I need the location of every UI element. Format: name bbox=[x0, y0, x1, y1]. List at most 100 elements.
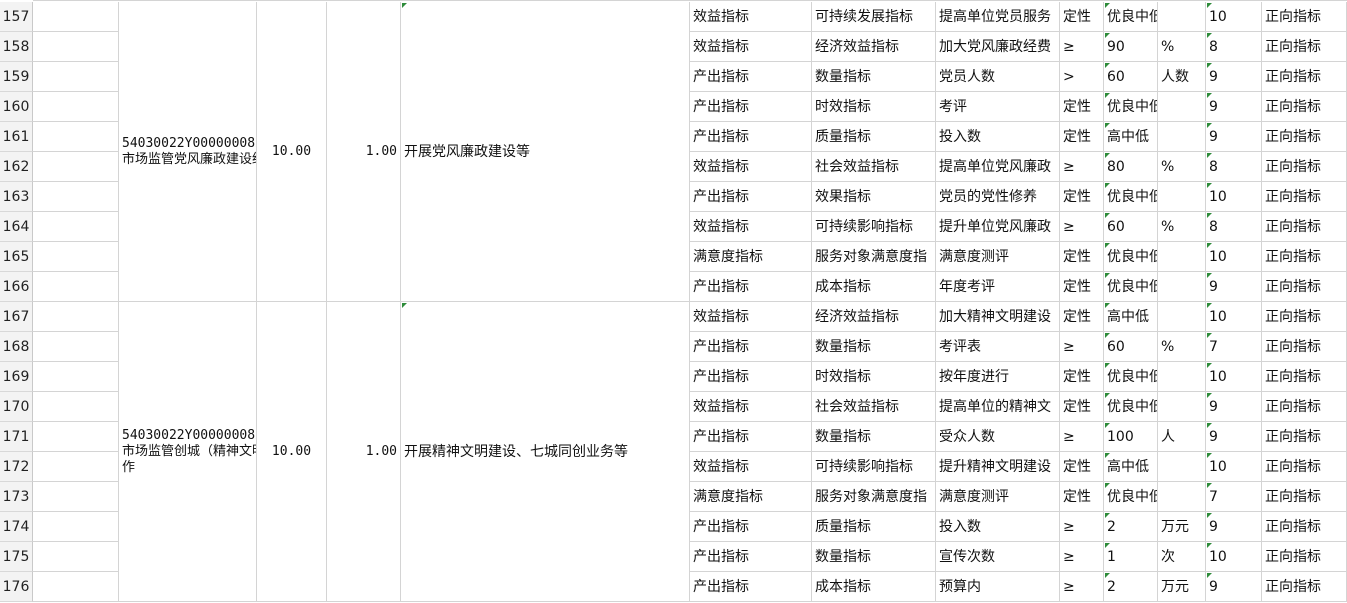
cell-l[interactable]: 10 bbox=[1206, 2, 1262, 32]
empty-cell[interactable] bbox=[33, 152, 119, 182]
cell-h[interactable]: 提高单位的精神文 bbox=[936, 392, 1060, 422]
cell-i[interactable]: ≥ bbox=[1060, 542, 1104, 572]
row-header[interactable]: 157 bbox=[0, 2, 33, 32]
row-header[interactable]: 162 bbox=[0, 152, 33, 182]
cell-g[interactable]: 社会效益指标 bbox=[812, 152, 936, 182]
row-header[interactable]: 163 bbox=[0, 182, 33, 212]
cell-k[interactable] bbox=[1158, 92, 1206, 122]
cell-h[interactable]: 投入数 bbox=[936, 512, 1060, 542]
cell-j[interactable]: 优良中低差 bbox=[1104, 182, 1158, 212]
cell-h[interactable]: 年度考评 bbox=[936, 272, 1060, 302]
cell-l[interactable]: 10 bbox=[1206, 452, 1262, 482]
cell-i[interactable]: ≥ bbox=[1060, 572, 1104, 602]
empty-cell[interactable] bbox=[33, 242, 119, 272]
cell-k[interactable] bbox=[1158, 2, 1206, 32]
cell-m[interactable]: 正向指标 bbox=[1262, 32, 1347, 62]
project-name-cell[interactable]: 54030022Y000000082318-市场监管创城（精神文明）工作 bbox=[119, 302, 257, 602]
cell-j[interactable]: 80 bbox=[1104, 152, 1158, 182]
cell-f[interactable]: 效益指标 bbox=[690, 32, 812, 62]
cell-g[interactable]: 服务对象满意度指 bbox=[812, 242, 936, 272]
empty-cell[interactable] bbox=[33, 512, 119, 542]
cell-f[interactable]: 效益指标 bbox=[690, 302, 812, 332]
row-header[interactable]: 174 bbox=[0, 512, 33, 542]
row-header[interactable]: 164 bbox=[0, 212, 33, 242]
cell-k[interactable]: % bbox=[1158, 212, 1206, 242]
cell-k[interactable] bbox=[1158, 302, 1206, 332]
empty-cell[interactable] bbox=[33, 62, 119, 92]
cell-f[interactable]: 产出指标 bbox=[690, 62, 812, 92]
cell-i[interactable]: ≥ bbox=[1060, 152, 1104, 182]
cell-k[interactable]: 万元 bbox=[1158, 572, 1206, 602]
cell-k[interactable] bbox=[1158, 362, 1206, 392]
cell-h[interactable]: 预算内 bbox=[936, 572, 1060, 602]
cell-l[interactable]: 9 bbox=[1206, 572, 1262, 602]
cell-j[interactable]: 60 bbox=[1104, 62, 1158, 92]
row-header[interactable]: 168 bbox=[0, 332, 33, 362]
cell-f[interactable]: 满意度指标 bbox=[690, 482, 812, 512]
row-header[interactable]: 175 bbox=[0, 542, 33, 572]
cell-i[interactable]: 定性 bbox=[1060, 2, 1104, 32]
cell-g[interactable]: 成本指标 bbox=[812, 272, 936, 302]
cell-l[interactable]: 9 bbox=[1206, 392, 1262, 422]
cell-i[interactable]: 定性 bbox=[1060, 482, 1104, 512]
row-header[interactable]: 167 bbox=[0, 302, 33, 332]
cell-f[interactable]: 效益指标 bbox=[690, 392, 812, 422]
cell-l[interactable]: 9 bbox=[1206, 62, 1262, 92]
cell-g[interactable]: 数量指标 bbox=[812, 62, 936, 92]
cell-h[interactable]: 按年度进行 bbox=[936, 362, 1060, 392]
cell-j[interactable]: 优良中低差 bbox=[1104, 392, 1158, 422]
cell-j[interactable]: 1 bbox=[1104, 542, 1158, 572]
cell-g[interactable]: 时效指标 bbox=[812, 362, 936, 392]
empty-cell[interactable] bbox=[33, 452, 119, 482]
cell-k[interactable]: % bbox=[1158, 332, 1206, 362]
empty-cell[interactable] bbox=[33, 32, 119, 62]
cell-h[interactable]: 提升单位党风廉政 bbox=[936, 212, 1060, 242]
cell-l[interactable]: 9 bbox=[1206, 272, 1262, 302]
cell-m[interactable]: 正向指标 bbox=[1262, 542, 1347, 572]
cell-m[interactable]: 正向指标 bbox=[1262, 182, 1347, 212]
cell-j[interactable]: 优良中低差 bbox=[1104, 482, 1158, 512]
row-header[interactable]: 159 bbox=[0, 62, 33, 92]
cell-l[interactable]: 8 bbox=[1206, 152, 1262, 182]
cell-k[interactable]: % bbox=[1158, 32, 1206, 62]
cell-g[interactable]: 效果指标 bbox=[812, 182, 936, 212]
spreadsheet-grid[interactable]: 157效益指标可持续发展指标提高单位党员服务定性优良中低差10正向指标158效益… bbox=[0, 0, 1347, 603]
cell-l[interactable]: 10 bbox=[1206, 302, 1262, 332]
row-header[interactable]: 169 bbox=[0, 362, 33, 392]
cell-f[interactable]: 产出指标 bbox=[690, 542, 812, 572]
cell-g[interactable]: 可持续发展指标 bbox=[812, 2, 936, 32]
cell-h[interactable]: 提高单位党员服务 bbox=[936, 2, 1060, 32]
empty-cell[interactable] bbox=[33, 182, 119, 212]
cell-f[interactable]: 产出指标 bbox=[690, 122, 812, 152]
cell-g[interactable]: 数量指标 bbox=[812, 422, 936, 452]
cell-g[interactable]: 数量指标 bbox=[812, 542, 936, 572]
cell-l[interactable]: 9 bbox=[1206, 122, 1262, 152]
cell-i[interactable]: 定性 bbox=[1060, 92, 1104, 122]
cell-m[interactable]: 正向指标 bbox=[1262, 572, 1347, 602]
empty-cell[interactable] bbox=[33, 272, 119, 302]
cell-i[interactable]: ≥ bbox=[1060, 32, 1104, 62]
project-content-cell[interactable]: 开展党风廉政建设等 bbox=[401, 2, 690, 302]
empty-cell[interactable] bbox=[33, 302, 119, 332]
cell-m[interactable]: 正向指标 bbox=[1262, 92, 1347, 122]
cell-f[interactable]: 效益指标 bbox=[690, 212, 812, 242]
cell-h[interactable]: 受众人数 bbox=[936, 422, 1060, 452]
cell-l[interactable]: 7 bbox=[1206, 482, 1262, 512]
cell-k[interactable]: 次 bbox=[1158, 542, 1206, 572]
cell-f[interactable]: 产出指标 bbox=[690, 182, 812, 212]
project-content-cell[interactable]: 开展精神文明建设、七城同创业务等 bbox=[401, 302, 690, 602]
cell-l[interactable]: 9 bbox=[1206, 92, 1262, 122]
cell-k[interactable] bbox=[1158, 182, 1206, 212]
cell-h[interactable]: 考评 bbox=[936, 92, 1060, 122]
cell-m[interactable]: 正向指标 bbox=[1262, 2, 1347, 32]
cell-j[interactable]: 优良中低差 bbox=[1104, 2, 1158, 32]
cell-i[interactable]: 定性 bbox=[1060, 272, 1104, 302]
empty-cell[interactable] bbox=[33, 572, 119, 602]
cell-j[interactable]: 60 bbox=[1104, 332, 1158, 362]
cell-i[interactable]: ≥ bbox=[1060, 212, 1104, 242]
empty-cell[interactable] bbox=[33, 392, 119, 422]
row-header[interactable]: 166 bbox=[0, 272, 33, 302]
project-name-cell[interactable]: 54030022Y000000082317-市场监管党风廉政建设经费 bbox=[119, 2, 257, 302]
cell-i[interactable]: ≥ bbox=[1060, 332, 1104, 362]
cell-f[interactable]: 产出指标 bbox=[690, 272, 812, 302]
